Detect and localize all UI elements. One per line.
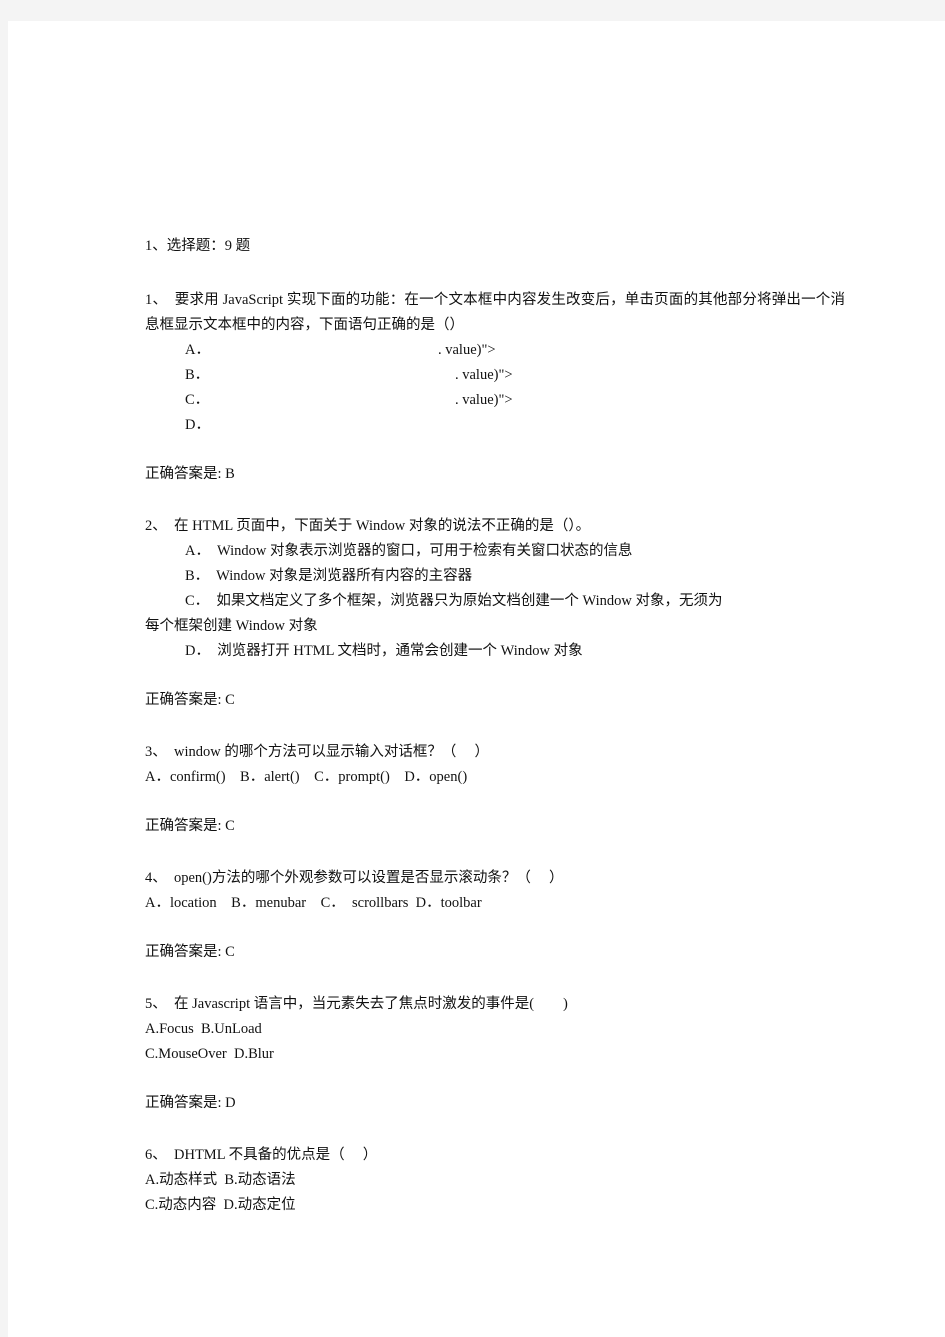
document-page-sheet: 1、选择题：9 题 1、 要求用 JavaScript 实现下面的功能：在一个文… — [8, 21, 945, 1337]
option-fragment-1a: . value)"> — [438, 342, 496, 358]
question-block-5: 5、 在 Javascript 语言中，当元素失去了焦点时激发的事件是( ) A… — [145, 992, 845, 1115]
option-fragment-1c: . value)"> — [455, 392, 513, 408]
option-row-5-line2: C.MouseOver D.Blur — [145, 1046, 274, 1062]
option-label-1a: A． — [185, 342, 210, 358]
option-row-2a: A． Window 对象表示浏览器的窗口，可用于检索有关窗口状态的信息 — [185, 543, 633, 559]
question-block-2: 2、 在 HTML 页面中，下面关于 Window 对象的说法不正确的是（）。 … — [145, 514, 845, 712]
answer-prefix-5: 正确答案是: — [145, 1095, 222, 1111]
answer-line-3: 正确答案是: C — [145, 814, 845, 838]
option-fragment-1b: . value)"> — [455, 367, 513, 383]
option-label-1d: D． — [185, 417, 210, 433]
question-stem-1: 1、 要求用 JavaScript 实现下面的功能：在一个文本框中内容发生改变后… — [145, 292, 845, 333]
option-row-1b: B． . value)"> — [185, 363, 845, 388]
option-row-2d: D． 浏览器打开 HTML 文档时，通常会创建一个 Window 对象 — [185, 643, 583, 659]
option-row-2c-wrap: 每个框架创建 Window 对象 — [145, 618, 318, 634]
answer-value-5: D — [225, 1095, 236, 1111]
option-row-6-line1: A.动态样式 B.动态语法 — [145, 1172, 296, 1188]
answer-value-3: C — [225, 818, 235, 834]
option-row-6-line2: C.动态内容 D.动态定位 — [145, 1197, 296, 1213]
option-label-1c: C． — [185, 392, 210, 408]
answer-line-4: 正确答案是: C — [145, 940, 845, 964]
question-block-3: 3、 window 的哪个方法可以显示输入对话框？（ ） A．confirm()… — [145, 740, 845, 838]
question-stem-4: 4、 open()方法的哪个外观参数可以设置是否显示滚动条？（ ） — [145, 870, 564, 886]
section-heading: 1、选择题：9 题 — [145, 238, 251, 254]
answer-prefix-4: 正确答案是: — [145, 944, 222, 960]
option-row-2b: B． Window 对象是浏览器所有内容的主容器 — [185, 568, 473, 584]
answer-line-1: 正确答案是: B — [145, 462, 845, 486]
answer-value-2: C — [225, 692, 235, 708]
question-stem-2: 2、 在 HTML 页面中，下面关于 Window 对象的说法不正确的是（）。 — [145, 518, 591, 534]
answer-value-4: C — [225, 944, 235, 960]
option-row-1a: A． . value)"> — [185, 338, 845, 363]
question-block-4: 4、 open()方法的哪个外观参数可以设置是否显示滚动条？（ ） A．loca… — [145, 866, 845, 964]
option-row-5-line1: A.Focus B.UnLoad — [145, 1021, 262, 1037]
option-label-1b: B． — [185, 367, 210, 383]
document-text-body: 1、选择题：9 题 1、 要求用 JavaScript 实现下面的功能：在一个文… — [145, 234, 845, 1218]
question-stem-6: 6、 DHTML 不具备的优点是（ ） — [145, 1147, 378, 1163]
question-stem-3: 3、 window 的哪个方法可以显示输入对话框？（ ） — [145, 744, 489, 760]
answer-prefix-1: 正确答案是: — [145, 466, 222, 482]
question-stem-5: 5、 在 Javascript 语言中，当元素失去了焦点时激发的事件是( ) — [145, 996, 568, 1012]
option-row-4: A．location B．menubar C． scrollbars D．too… — [145, 895, 482, 911]
question-block-1: 1、 要求用 JavaScript 实现下面的功能：在一个文本框中内容发生改变后… — [145, 288, 845, 486]
answer-prefix-2: 正确答案是: — [145, 692, 222, 708]
answer-line-2: 正确答案是: C — [145, 688, 845, 712]
question-block-6: 6、 DHTML 不具备的优点是（ ） A.动态样式 B.动态语法 C.动态内容… — [145, 1143, 845, 1218]
option-row-1d: D． — [185, 413, 845, 438]
option-row-1c: C． . value)"> — [185, 388, 845, 413]
answer-value-1: B — [225, 466, 235, 482]
answer-line-5: 正确答案是: D — [145, 1091, 845, 1115]
option-row-2c: C． 如果文档定义了多个框架，浏览器只为原始文档创建一个 Window 对象，无… — [185, 593, 723, 609]
option-row-3: A．confirm() B．alert() C．prompt() D．open(… — [145, 769, 468, 785]
answer-prefix-3: 正确答案是: — [145, 818, 222, 834]
